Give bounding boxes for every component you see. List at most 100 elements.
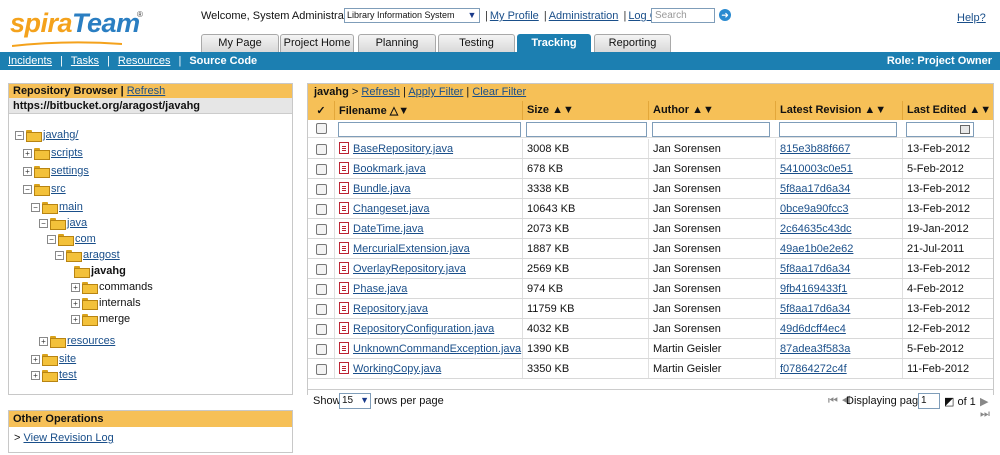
tree-node-label[interactable]: java <box>67 217 87 229</box>
tree-node-label[interactable]: javahg <box>91 265 126 277</box>
filename-link[interactable]: Phase.java <box>353 283 407 295</box>
filename-link[interactable]: UnknownCommandException.java <box>353 343 521 355</box>
revision-link[interactable]: 2c64635c43dc <box>780 223 852 235</box>
expand-icon[interactable]: + <box>71 298 80 308</box>
filename-link[interactable]: MercurialExtension.java <box>353 243 470 255</box>
rows-per-page-select[interactable]: 15 ▼ <box>339 393 371 409</box>
subnav-tasks[interactable]: Tasks <box>71 55 99 67</box>
row-checkbox[interactable] <box>315 283 327 295</box>
table-row[interactable]: Repository.java 11759 KB Jan Sorensen 5f8aa… <box>308 299 993 319</box>
revision-link[interactable]: 0bce9a90fcc3 <box>780 203 849 215</box>
page-number-input[interactable]: 1 <box>918 393 940 409</box>
revision-link[interactable]: 5f8aa17d6a34 <box>780 183 850 195</box>
collapse-icon[interactable]: − <box>55 250 64 260</box>
filename-link[interactable]: Bundle.java <box>353 183 411 195</box>
tree-node[interactable]: + site <box>31 353 76 367</box>
tree-node[interactable]: − com <box>47 233 96 247</box>
row-checkbox[interactable] <box>315 343 327 355</box>
tree-node[interactable]: + scripts <box>23 147 83 161</box>
select-all-check-icon[interactable]: ✓ <box>308 101 335 120</box>
tree-node[interactable]: + internals <box>71 297 141 311</box>
table-row[interactable]: Changeset.java 10643 KB Jan Sorensen 0bce9a… <box>308 199 993 219</box>
sort-icon[interactable]: ▲▼ <box>692 104 714 116</box>
tab-reporting[interactable]: Reporting <box>594 34 671 52</box>
row-checkbox[interactable] <box>315 223 327 235</box>
sort-icon[interactable]: △▼ <box>390 105 409 117</box>
view-revision-log-link[interactable]: View Revision Log <box>23 432 113 444</box>
collapse-icon[interactable]: − <box>23 184 32 194</box>
table-row[interactable]: RepositoryConfiguration.java 4032 KB Jan S… <box>308 319 993 339</box>
tree-node-label[interactable]: javahg/ <box>43 129 78 141</box>
help-link[interactable]: Help? <box>957 12 986 24</box>
tree-node-label[interactable]: site <box>59 353 76 365</box>
collapse-icon[interactable]: − <box>31 202 40 212</box>
tree-node-label[interactable]: main <box>59 201 83 213</box>
column-filename[interactable]: Filename △▼ <box>335 101 523 120</box>
column-size[interactable]: Size ▲▼ <box>523 101 649 120</box>
subnav-incidents[interactable]: Incidents <box>8 55 52 67</box>
revision-link[interactable]: 5f8aa17d6a34 <box>780 263 850 275</box>
expand-icon[interactable]: + <box>71 282 80 292</box>
calendar-icon[interactable] <box>960 125 970 134</box>
row-checkbox[interactable] <box>315 143 327 155</box>
tree-node-label[interactable]: src <box>51 183 66 195</box>
table-row[interactable]: BaseRepository.java 3008 KB Jan Sorensen 81… <box>308 139 993 159</box>
tab-testing[interactable]: Testing <box>438 34 515 52</box>
administration-link[interactable]: Administration <box>549 10 619 22</box>
revision-link[interactable]: 5410003c0e51 <box>780 163 853 175</box>
refresh-link[interactable]: Refresh <box>361 86 400 98</box>
table-row[interactable]: Phase.java 974 KB Jan Sorensen 9fb4169433f1… <box>308 279 993 299</box>
tab-tracking[interactable]: Tracking <box>517 34 591 52</box>
column-last-edited[interactable]: Last Edited ▲▼ <box>903 101 993 120</box>
revision-link[interactable]: 87adea3f583a <box>780 343 850 355</box>
table-row[interactable]: OverlayRepository.java 2569 KB Jan Sorense… <box>308 259 993 279</box>
date-filter-input[interactable] <box>906 122 974 137</box>
author-filter-input[interactable] <box>652 122 770 137</box>
filename-filter-input[interactable] <box>338 122 521 137</box>
tab-my-page[interactable]: My Page <box>201 34 279 52</box>
clear-filter-link[interactable]: Clear Filter <box>472 86 526 98</box>
tree-node-label[interactable]: aragost <box>83 249 120 261</box>
column-author[interactable]: Author ▲▼ <box>649 101 776 120</box>
revision-link[interactable]: 49d6dcff4ec4 <box>780 323 846 335</box>
tree-node-label[interactable]: resources <box>67 335 115 347</box>
filename-link[interactable]: OverlayRepository.java <box>353 263 466 275</box>
size-filter-input[interactable] <box>526 122 647 137</box>
row-checkbox[interactable] <box>315 323 327 335</box>
filename-link[interactable]: Changeset.java <box>353 203 429 215</box>
expand-icon[interactable]: + <box>23 166 32 176</box>
sort-icon[interactable]: ▲▼ <box>864 104 886 116</box>
tree-node[interactable]: + commands <box>71 281 153 295</box>
filename-link[interactable]: WorkingCopy.java <box>353 363 441 375</box>
tree-node[interactable]: − java <box>39 217 87 231</box>
collapse-icon[interactable]: − <box>47 234 56 244</box>
expand-icon[interactable]: + <box>31 354 40 364</box>
row-checkbox[interactable] <box>315 243 327 255</box>
tree-node-label[interactable]: scripts <box>51 147 83 159</box>
next-last-page-icons[interactable]: ▶ ⏭ <box>980 395 993 421</box>
filename-link[interactable]: DateTime.java <box>353 223 424 235</box>
revision-link[interactable]: 49ae1b0e2e62 <box>780 243 853 255</box>
tree-node-label[interactable]: settings <box>51 165 89 177</box>
table-row[interactable]: Bundle.java 3338 KB Jan Sorensen 5f8aa17d6a… <box>308 179 993 199</box>
row-checkbox[interactable] <box>315 303 327 315</box>
expand-icon[interactable]: + <box>71 314 80 324</box>
project-select[interactable]: Library Information System ▼ <box>344 8 480 23</box>
tree-node-label[interactable]: internals <box>99 297 141 309</box>
filename-link[interactable]: BaseRepository.java <box>353 143 453 155</box>
tree-node[interactable]: − aragost <box>55 249 120 263</box>
row-checkbox[interactable] <box>315 163 327 175</box>
sort-icon[interactable]: ▲▼ <box>552 104 574 116</box>
tree-node-label[interactable]: com <box>75 233 96 245</box>
repo-refresh-link[interactable]: Refresh <box>127 85 166 97</box>
expand-icon[interactable]: + <box>39 336 48 346</box>
tree-node-label[interactable]: commands <box>99 281 153 293</box>
row-checkbox[interactable] <box>315 263 327 275</box>
tab-planning[interactable]: Planning <box>358 34 436 52</box>
sort-icon[interactable]: ▲▼ <box>969 104 991 116</box>
collapse-icon[interactable]: − <box>39 218 48 228</box>
table-row[interactable]: Bookmark.java 678 KB Jan Sorensen 5410003c0… <box>308 159 993 179</box>
table-row[interactable]: WorkingCopy.java 3350 KB Martin Geisler f07… <box>308 359 993 379</box>
filename-link[interactable]: Repository.java <box>353 303 428 315</box>
tree-node[interactable]: + test <box>31 369 77 383</box>
